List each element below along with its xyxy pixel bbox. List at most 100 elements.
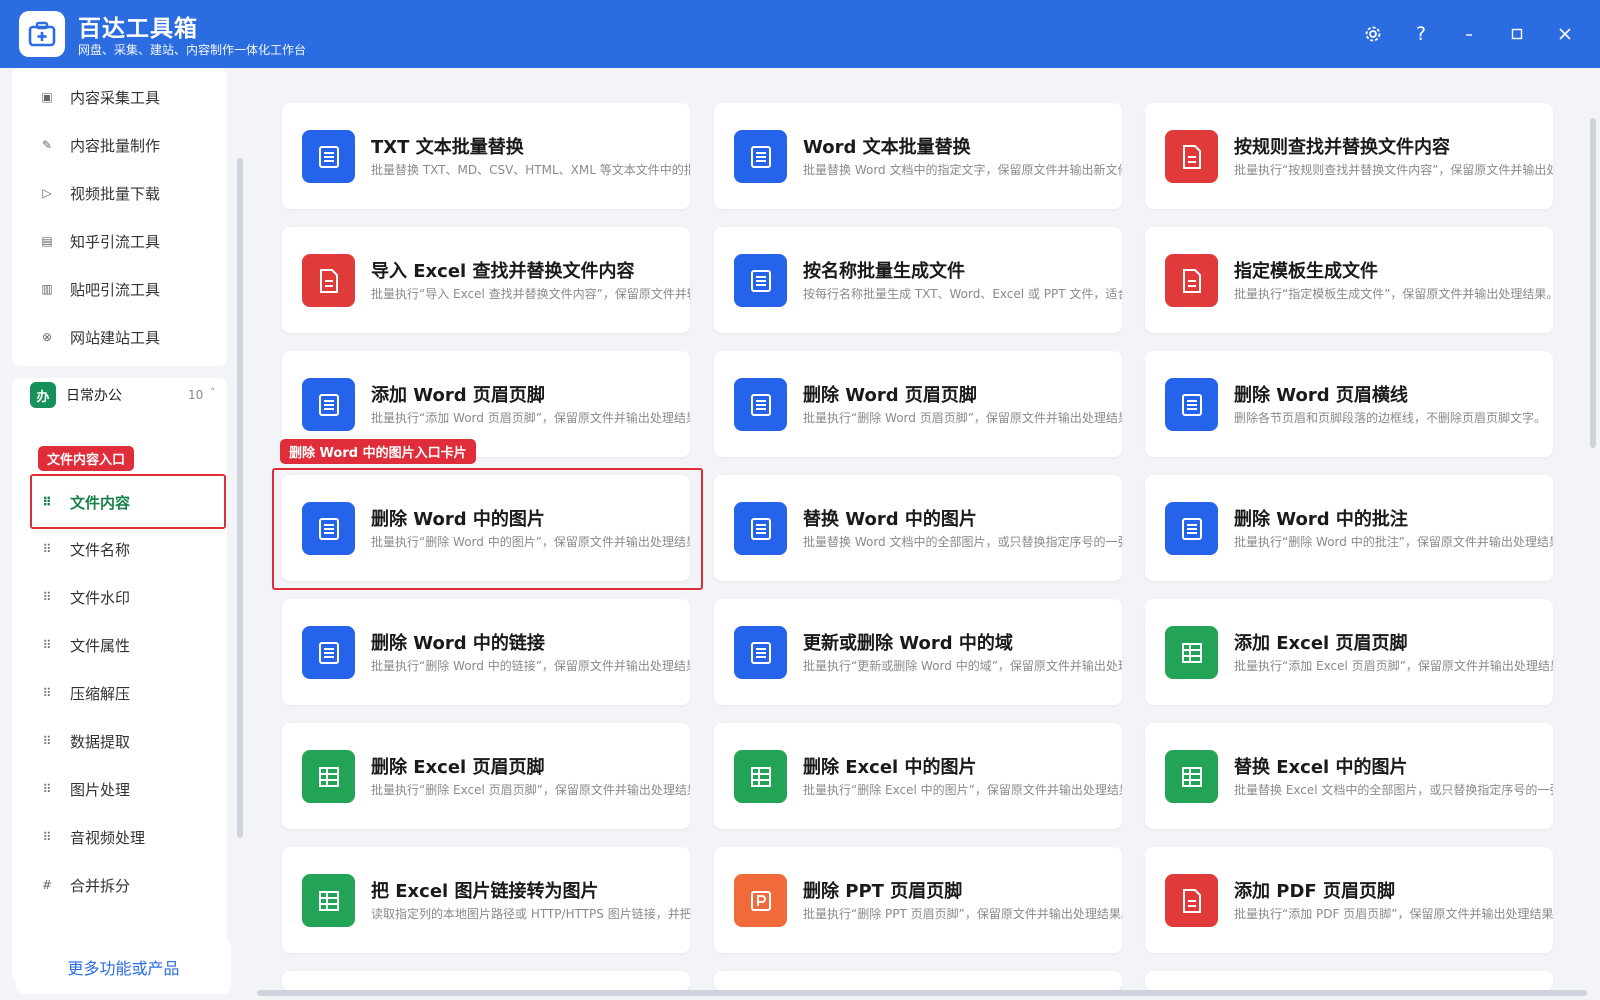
tool-card[interactable]: 删除 Word 页眉页脚 批量执行“删除 Word 页眉页脚”，保留原文件并输出处… [714, 351, 1122, 457]
sidebar-item-label: 文件名称 [70, 540, 131, 559]
tool-card-description: 批量执行“添加 Excel 页眉页脚”，保留原文件并输出处理结果。 [1234, 659, 1553, 673]
sidebar-item-merge-split[interactable]: # 合并拆分 [40, 870, 130, 900]
tool-card[interactable]: 指定模板生成文件批量执行“指定模板生成文件”，保留原文件并输出处理结果。 [1145, 227, 1553, 333]
app-subtitle: 网盘、采集、建站、内容制作一体化工作台 [78, 43, 307, 57]
group-header-daily-office[interactable]: 办 日常办公 [30, 380, 122, 410]
callout-file-content-entry: 文件内容入口 [38, 446, 135, 471]
tool-card-description: 批量执行“指定模板生成文件”，保留原文件并输出处理结果。 [1234, 287, 1553, 301]
collect-icon: ▣ [41, 90, 53, 104]
tool-card-title: 添加 Excel 页眉页脚 [1234, 633, 1408, 654]
tool-card-partial[interactable] [282, 971, 690, 991]
video-icon: ▷ [42, 186, 52, 200]
help-icon[interactable]: ? [1407, 20, 1435, 48]
doc-icon [302, 626, 355, 679]
grid-icon: ⠿ [42, 590, 52, 604]
tool-card-description: 批量执行“删除 Excel 页眉页脚”，保留原文件并输出处理结果。 [371, 783, 690, 797]
tool-card[interactable]: 添加 PDF 页眉页脚 批量执行“添加 PDF 页眉页脚”，保留原文件并输出处理结… [1145, 847, 1553, 953]
highlight-delete-word-images-card [272, 468, 703, 590]
tool-card-title: 按名称批量生成文件 [803, 261, 965, 282]
tool-card[interactable]: 导入 Excel 查找并替换文件内容批量执行“导入 Excel 查找并替换文件内… [282, 227, 690, 333]
tool-card-description: 批量执行“导入 Excel 查找并替换文件内容”，保留原文件并输出处理结果。 [371, 287, 690, 301]
tool-card-description: 批量执行“删除 Excel 中的图片”，保留原文件并输出处理结果。 [803, 783, 1122, 797]
tool-card-title: TXT 文本批量替换 [371, 137, 524, 158]
sidebar-scrollbar[interactable] [237, 158, 243, 838]
tool-card[interactable]: 按名称批量生成文件 按每行名称批量生成 TXT、Word、Excel 或 PPT … [714, 227, 1122, 333]
sidebar-item-image-processing[interactable]: ⠿ 图片处理 [40, 774, 130, 804]
tool-card-partial[interactable] [1145, 971, 1553, 991]
sidebar-item-label: 贴吧引流工具 [70, 280, 161, 299]
tool-card-partial[interactable] [714, 971, 1122, 991]
tool-card[interactable]: 替换 Excel 中的图片 批量替换 Excel 文档中的全部图片，或只替换指定序… [1145, 723, 1553, 829]
close-icon[interactable] [1551, 20, 1579, 48]
app-title: 百达工具箱 [78, 16, 198, 42]
tool-card[interactable]: 删除 Excel 页眉页脚 批量执行“删除 Excel 页眉页脚”，保留原文件并输… [282, 723, 690, 829]
doc-icon [734, 130, 787, 183]
sidebar-item-label: 文件水印 [70, 588, 131, 607]
doc-icon [1165, 378, 1218, 431]
settings-icon[interactable] [1359, 20, 1387, 48]
sidebar-item-file-name[interactable]: ⠿ 文件名称 [40, 534, 130, 564]
tool-card-title: 导入 Excel 查找并替换文件内容 [371, 261, 635, 282]
tool-card-description: 批量执行“按规则查找并替换文件内容”，保留原文件并输出处理结果。 [1234, 163, 1553, 177]
sidebar-item-label: 压缩解压 [70, 684, 131, 703]
sidebar-item-av-processing[interactable]: ⠿ 音视频处理 [40, 822, 145, 852]
doc-icon [302, 378, 355, 431]
tool-card[interactable]: 把 Excel 图片链接转为图片读取指定列的本地图片路径或 HTTP/HTTPS… [282, 847, 690, 953]
tool-card[interactable]: 删除 PPT 页眉页脚 批量执行“删除 PPT 页眉页脚”，保留原文件并输出处理结… [714, 847, 1122, 953]
tool-card-title: 把 Excel 图片链接转为图片 [371, 881, 599, 902]
sidebar-item-compress[interactable]: ⠿ 压缩解压 [40, 678, 130, 708]
toolbox-logo-icon [19, 11, 65, 57]
tool-card[interactable]: 删除 Word 中的链接批量执行“删除 Word 中的链接”，保留原文件并输出处… [282, 599, 690, 705]
tool-card-description: 批量执行“更新或删除 Word 中的域”，保留原文件并输出处理结果。 [803, 659, 1122, 673]
tool-card[interactable]: Word 文本批量替换批量替换 Word 文档中的指定文字，保留原文件并输出新文… [714, 103, 1122, 209]
sidebar-item-file-attributes[interactable]: ⠿ 文件属性 [40, 630, 130, 660]
collapse-caret-icon[interactable]: ˄ [210, 386, 216, 399]
tool-card[interactable]: TXT 文本批量替换 批量替换 TXT、MD、CSV、HTML、XML 等文本文件… [282, 103, 690, 209]
tool-card[interactable]: 按规则查找并替换文件内容 批量执行“按规则查找并替换文件内容”，保留原文件并输出处… [1145, 103, 1553, 209]
minimize-icon[interactable] [1455, 20, 1483, 48]
sidebar-item-website[interactable]: ⊗ 网站建站工具 [40, 322, 160, 352]
tool-card-description: 批量执行“添加 Word 页眉页脚”，保留原文件并输出处理结果。 [371, 411, 690, 425]
tool-card[interactable]: 更新或删除 Word 中的域 批量执行“更新或删除 Word 中的域”，保留原文件… [714, 599, 1122, 705]
office-badge-icon: 办 [30, 382, 56, 408]
sidebar-item-zhihu[interactable]: ▤ 知乎引流工具 [40, 226, 160, 256]
sidebar-item-video-download[interactable]: ▷ 视频批量下载 [40, 178, 160, 208]
tool-card-title: Word 文本批量替换 [803, 137, 971, 158]
tool-card-title: 删除 Word 中的链接 [371, 633, 545, 654]
tool-card-description: 批量执行“删除 Word 中的链接”，保留原文件并输出处理结果。 [371, 659, 690, 673]
maximize-icon[interactable] [1503, 20, 1531, 48]
grid-icon: ⠿ [42, 686, 52, 700]
tool-card-description: 批量替换 Word 文档中的指定文字，保留原文件并输出新文件。 [803, 163, 1122, 177]
tool-card-title: 删除 Word 中的批注 [1234, 509, 1408, 530]
sidebar-item-label: 知乎引流工具 [70, 232, 161, 251]
tool-card[interactable]: 删除 Excel 中的图片批量执行“删除 Excel 中的图片”，保留原文件并输… [714, 723, 1122, 829]
tool-card-title: 删除 Excel 中的图片 [803, 757, 977, 778]
sidebar-item-file-watermark[interactable]: ⠿ 文件水印 [40, 582, 130, 612]
group-count: 10 [188, 388, 204, 402]
website-icon: ⊗ [41, 330, 53, 344]
sidebar-item-collect[interactable]: ▣ 内容采集工具 [40, 82, 160, 112]
tool-card-title: 指定模板生成文件 [1234, 261, 1378, 282]
tool-card[interactable]: 删除 Word 中的批注 批量执行“删除 Word 中的批注”，保留原文件并输出处… [1145, 475, 1553, 581]
sidebar-item-batch-make[interactable]: ✎ 内容批量制作 [40, 130, 160, 160]
tieba-icon: ▥ [41, 282, 53, 296]
sidebar-item-tieba[interactable]: ▥ 贴吧引流工具 [40, 274, 160, 304]
tool-card[interactable]: 替换 Word 中的图片 批量替换 Word 文档中的全部图片，或只替换指定序号的… [714, 475, 1122, 581]
grid-icon: ⠿ [42, 734, 52, 748]
tool-card[interactable]: 添加 Excel 页眉页脚批量执行“添加 Excel 页眉页脚”，保留原文件并输… [1145, 599, 1553, 705]
tool-card[interactable]: 删除 Word 页眉横线 删除各节页眉和页脚段落的边框线，不删除页眉页脚文字。 [1145, 351, 1553, 457]
title-bar: 百达工具箱 网盘、采集、建站、内容制作一体化工作台 ? [0, 0, 1600, 68]
main-vertical-scrollbar[interactable] [1590, 118, 1596, 448]
tool-card-title: 添加 Word 页眉页脚 [371, 385, 545, 406]
tool-card-description: 读取指定列的本地图片路径或 HTTP/HTTPS 图片链接，并把图片 [371, 907, 690, 921]
sheet-icon [734, 750, 787, 803]
sidebar-item-data-extract[interactable]: ⠿ 数据提取 [40, 726, 130, 756]
more-products-button[interactable]: 更多功能或产品 [16, 940, 231, 994]
sheet-icon [302, 874, 355, 927]
sheet-icon [302, 750, 355, 803]
sidebar-item-label: 视频批量下载 [70, 184, 161, 203]
tool-card-description: 批量执行“添加 PDF 页眉页脚”，保留原文件并输出处理结果。 [1234, 907, 1553, 921]
zhihu-icon: ▤ [41, 234, 53, 248]
tool-card-title: 替换 Word 中的图片 [803, 509, 977, 530]
main-horizontal-scrollbar[interactable] [257, 990, 1587, 996]
